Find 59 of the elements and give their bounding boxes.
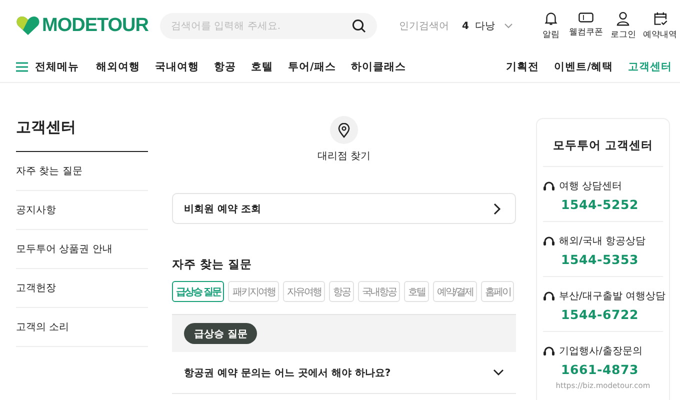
nav-link[interactable]: 기획전 <box>506 60 540 74</box>
utility-button[interactable]: 로그인 <box>610 12 636 40</box>
contact-label: 부산/대구출발 여행상담 <box>559 290 666 303</box>
category-tab[interactable]: 자유여행 <box>282 281 325 302</box>
headset-icon <box>543 236 555 246</box>
all-menu-button[interactable]: 전체메뉴 <box>16 60 79 74</box>
phone-number[interactable]: 1544-6722 <box>561 307 663 322</box>
sidebar-link[interactable]: 고객의 소리 <box>16 308 148 347</box>
nav-link[interactable]: 호텔 <box>251 60 273 74</box>
calendar-check-icon <box>652 12 668 26</box>
ticket-icon <box>578 12 594 24</box>
utility-button[interactable]: 알림 <box>540 12 562 40</box>
sidebar-link[interactable]: 고객헌장 <box>16 269 148 308</box>
contact-label: 기업행사/출장문의 <box>559 345 642 358</box>
phone-number[interactable]: 1544-5252 <box>561 197 663 212</box>
search-icon[interactable] <box>352 19 366 33</box>
chevron-right-icon <box>493 202 501 214</box>
nav-link[interactable]: 국내여행 <box>155 60 199 74</box>
nav-link[interactable]: 하이클래스 <box>350 60 406 74</box>
category-tab[interactable]: 국내항공 <box>358 281 400 302</box>
phone-number[interactable]: 1661-4873 <box>561 362 663 377</box>
sidebar-link[interactable]: 자주 찾는 질문 <box>16 152 148 191</box>
logo-wordmark[interactable]: MODETOUR <box>42 15 148 37</box>
category-tab[interactable]: 항공 <box>328 281 354 302</box>
headset-icon <box>543 346 555 356</box>
sidebar-link[interactable]: 공지사항 <box>16 191 148 230</box>
bell-icon <box>544 12 558 26</box>
category-tab[interactable]: 예약/결제 <box>432 281 477 302</box>
utility-button[interactable]: 웰컴쿠폰 <box>569 12 603 40</box>
heart-logo-icon <box>16 16 40 36</box>
contact-label: 여행 상담센터 <box>559 180 622 193</box>
category-tab[interactable]: 패키지여행 <box>228 281 279 302</box>
utility-button[interactable]: 예약내역 <box>643 12 677 40</box>
popular-rank: 4 <box>462 20 469 32</box>
category-tab[interactable]: 호텔 <box>404 281 429 302</box>
nav-link[interactable]: 항공 <box>214 60 236 74</box>
category-chip[interactable]: 급상승 질문 <box>184 323 258 344</box>
contact-label: 해외/국내 항공상담 <box>559 235 646 248</box>
faq-question[interactable]: 항공권 예약 문의는 어느 곳에서 해야 하나요? <box>172 352 516 394</box>
nav-link[interactable]: 투어/패스 <box>288 60 336 74</box>
user-icon <box>616 12 630 26</box>
popular-keyword[interactable]: 다낭 <box>474 19 495 33</box>
phone-number[interactable]: 1544-5353 <box>561 252 663 267</box>
chevron-down-icon[interactable] <box>504 23 513 29</box>
nav-link[interactable]: 해외여행 <box>96 60 140 74</box>
contact-title: 모두투어 고객센터 <box>543 119 663 167</box>
headset-icon <box>543 180 555 192</box>
faq-heading: 자주 찾는 질문 <box>172 257 254 272</box>
sidebar-link[interactable]: 모두투어 상품권 안내 <box>16 230 148 269</box>
sidebar-title: 고객센터 <box>16 118 148 152</box>
search-field[interactable]: 검색어를 입력해 주세요. <box>160 13 377 39</box>
popular-search-label: 인기검색어 <box>399 20 449 33</box>
pin-icon <box>330 116 358 144</box>
nav-link[interactable]: 이벤트/혜택 <box>554 60 613 74</box>
category-tab[interactable]: 홈페이 <box>480 281 514 302</box>
nonmember-booking-button[interactable]: 비회원 예약 조회 <box>172 193 516 224</box>
branch-finder-link[interactable]: 대리점 찾기 <box>317 116 371 163</box>
menu-icon <box>16 62 28 72</box>
headset-icon <box>543 290 555 302</box>
